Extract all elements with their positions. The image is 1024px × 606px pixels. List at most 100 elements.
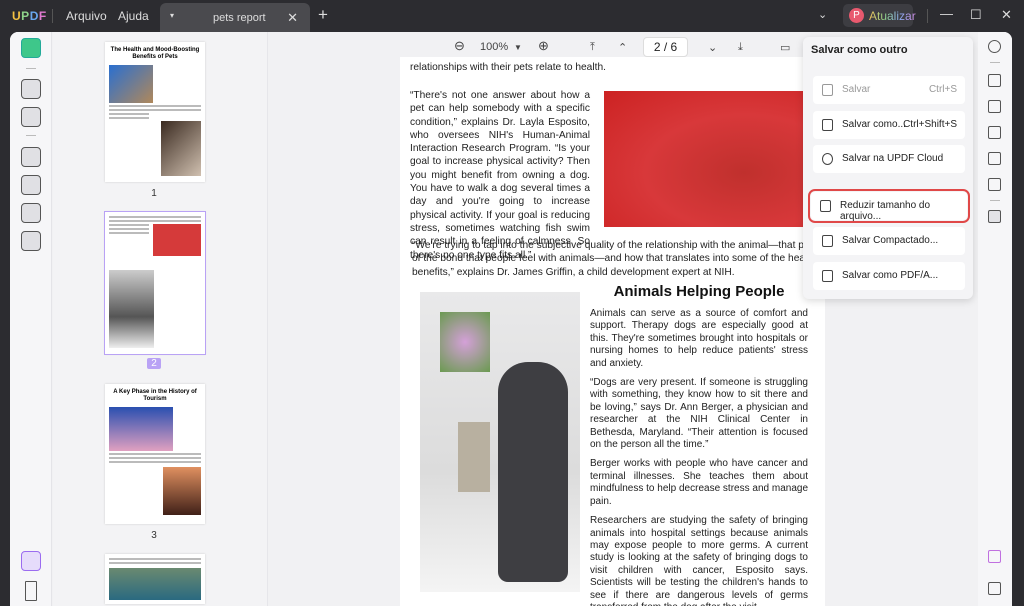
page-number-2: 2 (147, 358, 161, 369)
dog-photo (161, 121, 201, 176)
cloud-icon (822, 153, 833, 165)
menu-item-label: Salvar Compactado... (842, 235, 938, 246)
lake-photo (109, 568, 201, 600)
paragraph: “Dogs are very present. If someone is st… (590, 377, 808, 451)
menu-item-save-flattened[interactable]: Salvar Compactado... (813, 227, 965, 255)
protect-file-icon[interactable] (988, 126, 1001, 139)
presentation-icon[interactable]: ▭ (780, 41, 790, 54)
reader-icon[interactable] (21, 38, 41, 58)
save-as-menu: Salvar como outro Salvar Ctrl+S Salvar co… (803, 37, 973, 299)
bookmark-icon[interactable] (25, 581, 37, 601)
christmas-dogs-photo (604, 91, 804, 227)
update-label: Atualizar (869, 9, 916, 23)
page-number-1: 1 (144, 188, 164, 199)
convert-file-icon[interactable] (988, 100, 1001, 113)
layers-icon[interactable] (21, 551, 41, 571)
divider (990, 200, 1000, 201)
menu-item-reduce-size[interactable]: Reduzir tamanho do arquivo... (811, 192, 967, 220)
page-thumbnail-1[interactable]: The Health and Mood-Boosting Benefits of… (105, 42, 205, 182)
menu-item-label: Salvar na UPDF Cloud (842, 153, 943, 164)
zoom-in-icon[interactable]: ⊕ (538, 38, 549, 54)
close-window-button[interactable]: ✕ (1001, 7, 1024, 23)
update-button[interactable]: P Atualizar (843, 4, 913, 27)
menu-ajuda[interactable]: Ajuda (118, 9, 149, 23)
save-icon[interactable] (988, 210, 1001, 223)
menu-item-label: Salvar como PDF/A... (842, 270, 938, 281)
first-page-icon[interactable]: ⤒ (590, 41, 595, 54)
zoom-level[interactable]: 100% (480, 41, 508, 53)
tulips-shape (440, 312, 490, 372)
divider (990, 62, 1000, 63)
email-icon[interactable] (988, 178, 1001, 191)
page-number-input[interactable]: 2 / 6 (643, 37, 688, 57)
comment-icon[interactable] (988, 582, 1001, 595)
crop-icon[interactable] (21, 175, 41, 195)
document-tab[interactable]: ▾ pets report ✕ (160, 3, 310, 32)
last-page-icon[interactable]: ⤓ (738, 41, 743, 54)
zoom-dropdown-icon[interactable]: ▼ (514, 43, 522, 52)
tab-title: pets report (213, 12, 266, 24)
menu-item-save-as[interactable]: Salvar como...Ctrl+Shift+S (813, 111, 965, 139)
close-tab-icon[interactable]: ✕ (287, 10, 298, 26)
save-as-icon (822, 119, 833, 131)
cat-photo (109, 65, 153, 103)
ai-assistant-icon[interactable] (988, 550, 1001, 563)
divider (26, 135, 36, 136)
thumbnail-panel: The Health and Mood-Boosting Benefits of… (53, 32, 268, 606)
pdfa-icon (822, 270, 833, 282)
divider (26, 68, 36, 69)
right-toolbar (978, 32, 1012, 606)
menu-item-save-pdfa[interactable]: Salvar como PDF/A... (813, 262, 965, 290)
document-view: ⊖ 100% ▼ ⊕ ⤒ ⌃ 2 / 6 ⌄ ⤓ ▭ relationships… (268, 32, 812, 606)
thumbnail-title: A Key Phase in the History of Tourism (105, 389, 205, 403)
new-tab-button[interactable]: + (318, 5, 328, 25)
paragraph: “We're trying to tap into the subjective… (412, 239, 817, 279)
menu-item-label: Salvar como... (842, 119, 906, 130)
share-icon[interactable] (988, 152, 1001, 165)
shortcut: Ctrl+S (929, 84, 957, 95)
tab-dropdown-icon[interactable]: ▾ (170, 11, 174, 20)
compress-file-icon (820, 200, 831, 212)
page-number-3: 3 (144, 530, 164, 541)
page-thumbnail-2[interactable] (105, 212, 205, 354)
menu-item-label: Reduzir tamanho do arquivo... (840, 200, 967, 222)
highlighter-icon[interactable] (21, 79, 41, 99)
page-thumbnail-4[interactable] (105, 554, 205, 604)
menu-item-save[interactable]: Salvar Ctrl+S (813, 76, 965, 104)
form-icon[interactable] (21, 231, 41, 251)
havana-photo (109, 407, 173, 451)
paragraph: relationships with their pets relate to … (410, 61, 800, 74)
paragraph: Animals can serve as a source of comfort… (590, 308, 808, 370)
paragraph: Researchers are studying the safety of b… (590, 515, 808, 606)
zoom-out-icon[interactable]: ⊖ (454, 38, 465, 54)
paragraph: “There's not one answer about how a pet … (410, 89, 590, 262)
cat-photo (109, 270, 154, 348)
cat-shape (498, 362, 568, 582)
search-icon[interactable] (988, 40, 1001, 53)
page-thumbnail-3[interactable]: A Key Phase in the History of Tourism (105, 384, 205, 524)
organize-pages-icon[interactable] (21, 147, 41, 167)
edit-pdf-icon[interactable] (21, 107, 41, 127)
divider (52, 9, 53, 23)
section-heading: Animals Helping People (590, 283, 808, 301)
ocr-icon[interactable] (988, 74, 1001, 87)
menu-title: Salvar como outro (811, 44, 908, 56)
vase-shape (458, 422, 490, 492)
menu-arquivo[interactable]: Arquivo (66, 9, 107, 23)
previous-page-icon[interactable]: ⌃ (618, 41, 627, 54)
pdf-page: relationships with their pets relate to … (400, 57, 825, 606)
title-bar: UPDF Arquivo Ajuda ▾ pets report ✕ + ⌄ P… (0, 0, 1024, 32)
download-tray-icon (822, 235, 833, 247)
next-page-icon[interactable]: ⌄ (708, 41, 717, 54)
menu-item-save-cloud[interactable]: Salvar na UPDF Cloud (813, 145, 965, 173)
avatar: P (849, 8, 864, 23)
cat-with-tulips-photo (420, 292, 580, 592)
app-window: The Health and Mood-Boosting Benefits of… (10, 32, 1012, 606)
left-toolbar (10, 32, 52, 606)
updf-logo: UPDF (12, 9, 47, 23)
menu-item-label: Salvar (842, 84, 870, 95)
convert-icon[interactable] (21, 203, 41, 223)
right-column: Animals Helping People Animals can serve… (590, 283, 808, 606)
paragraph: Berger works with people who have cancer… (590, 458, 808, 508)
divider (927, 9, 928, 23)
